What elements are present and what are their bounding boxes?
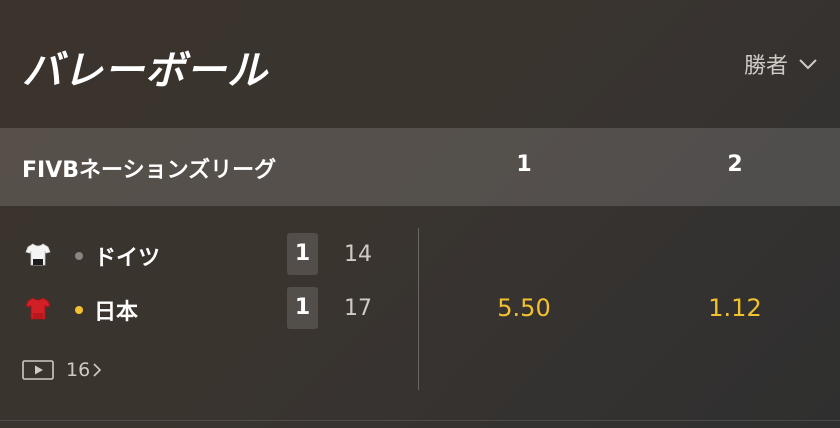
serve-indicator-dot [75, 306, 83, 314]
set-score-home: 1 [287, 233, 318, 275]
league-header[interactable]: FIVBネーションズリーグ 1 2 [0, 128, 840, 206]
odds-button-1[interactable]: 5.50 [464, 294, 584, 322]
chevron-down-icon [799, 59, 817, 70]
page-title: バレーボール [22, 48, 268, 94]
team-name-away: 日本 [94, 300, 139, 325]
serve-indicator-dot [75, 252, 83, 260]
bottom-divider [0, 420, 840, 421]
team-row-home: ドイツ 1 14 [0, 233, 420, 277]
odds-button-2[interactable]: 1.12 [675, 294, 795, 322]
point-score-away: 17 [344, 296, 372, 321]
league-name: FIVBネーションズリーグ [22, 158, 277, 183]
market-dropdown[interactable]: 勝者 [744, 48, 818, 80]
market-dropdown-label: 勝者 [743, 54, 788, 79]
team-name-home: ドイツ [94, 246, 161, 271]
jersey-red-icon [25, 297, 51, 320]
more-markets-count: 16 [66, 359, 91, 381]
set-score-away: 1 [287, 287, 318, 329]
team-row-away: 日本 1 17 [0, 287, 420, 331]
page-header: バレーボール 勝者 [0, 0, 840, 128]
video-play-icon [22, 360, 54, 380]
more-markets-link[interactable]: 16 [22, 359, 102, 381]
column-header-1: 1 [516, 152, 532, 177]
column-divider [418, 228, 419, 390]
match-card[interactable]: ドイツ 1 14 日本 1 17 5.50 1.12 16 [0, 206, 840, 420]
chevron-right-icon [93, 363, 102, 377]
jersey-white-icon [25, 243, 51, 266]
point-score-home: 14 [344, 242, 372, 267]
column-header-2: 2 [727, 152, 743, 177]
